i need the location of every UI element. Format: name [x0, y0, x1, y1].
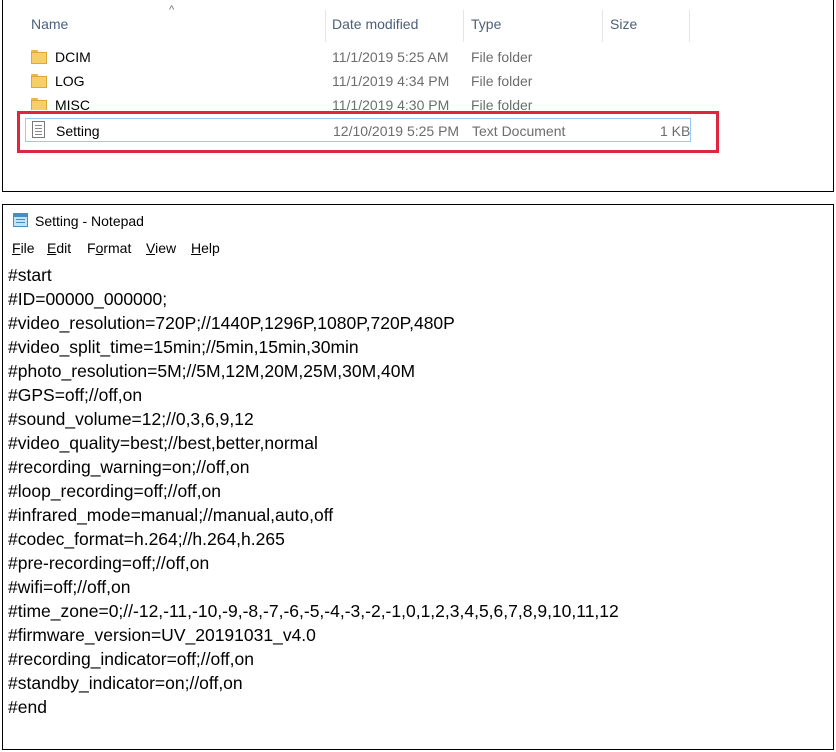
text-line: #time_zone=0;//-12,-11,-10,-9,-8,-7,-6,-… — [8, 601, 619, 621]
menu-help[interactable]: Help — [191, 240, 220, 256]
file-name: DCIM — [55, 49, 91, 65]
notepad-window: Setting - Notepad File Edit Format View … — [2, 204, 834, 750]
column-header-type[interactable]: Type — [471, 16, 501, 32]
text-line: #standby_indicator=on;//off,on — [8, 673, 243, 693]
column-divider[interactable] — [689, 10, 690, 42]
text-line: #pre-recording=off;//off,on — [8, 553, 210, 573]
menu-edit[interactable]: Edit — [47, 240, 71, 256]
file-row-misc[interactable]: MISC 11/1/2019 4:30 PM File folder — [27, 94, 691, 110]
column-headers: ^ Name Date modified Type Size — [3, 0, 833, 48]
text-line: #ID=00000_000000; — [8, 289, 168, 309]
text-line: #photo_resolution=5M;//5M,12M,20M,25M,30… — [8, 361, 416, 381]
file-name: LOG — [55, 73, 85, 89]
column-divider[interactable] — [602, 10, 603, 42]
menu-bar: File Edit Format View Help — [3, 240, 833, 260]
column-header-name[interactable]: Name — [31, 16, 68, 32]
menu-view[interactable]: View — [146, 240, 176, 256]
text-line: #recording_indicator=off;//off,on — [8, 649, 254, 669]
column-divider[interactable] — [463, 10, 464, 42]
column-divider[interactable] — [325, 10, 326, 42]
text-line: #video_quality=best;//best,better,normal — [8, 433, 318, 453]
file-row-log[interactable]: LOG 11/1/2019 4:34 PM File folder — [27, 70, 691, 92]
file-type: File folder — [471, 73, 533, 89]
file-date-modified: 11/1/2019 4:34 PM — [332, 73, 450, 89]
column-header-size[interactable]: Size — [610, 16, 637, 32]
file-date-modified: 11/1/2019 4:30 PM — [332, 97, 450, 110]
file-type: File folder — [471, 97, 533, 110]
text-line: #GPS=off;//off,on — [8, 385, 143, 405]
text-line: #video_resolution=720P;//1440P,1296P,108… — [8, 313, 455, 333]
text-line: #loop_recording=off;//off,on — [8, 481, 221, 501]
file-date-modified: 11/1/2019 5:25 AM — [332, 49, 449, 65]
text-line: #start — [8, 265, 52, 285]
folder-icon — [31, 50, 47, 64]
text-line: #infrared_mode=manual;//manual,auto,off — [8, 505, 334, 525]
menu-file[interactable]: File — [12, 240, 35, 256]
notepad-icon — [13, 213, 28, 227]
menu-format[interactable]: Format — [87, 240, 131, 256]
text-line: #recording_warning=on;//off,on — [8, 457, 250, 477]
notepad-titlebar[interactable]: Setting - Notepad — [3, 205, 833, 235]
text-editor-area[interactable]: #start #ID=00000_000000; #video_resoluti… — [8, 263, 828, 719]
text-line: #firmware_version=UV_20191031_v4.0 — [8, 625, 316, 645]
folder-icon — [31, 74, 47, 88]
text-line: #end — [8, 697, 47, 717]
file-type: File folder — [471, 49, 533, 65]
folder-icon — [31, 98, 47, 110]
column-header-date-modified[interactable]: Date modified — [332, 16, 418, 32]
text-line: #video_split_time=15min;//5min,15min,30m… — [8, 337, 359, 357]
file-name: MISC — [55, 97, 90, 110]
text-line: #codec_format=h.264;//h.264,h.265 — [8, 529, 285, 549]
highlight-annotation-box — [17, 111, 719, 153]
text-line: #sound_volume=12;//0,3,6,9,12 — [8, 409, 254, 429]
sort-ascending-icon: ^ — [169, 4, 175, 16]
file-explorer-list: ^ Name Date modified Type Size DCIM 11/1… — [2, 0, 834, 192]
window-title: Setting - Notepad — [35, 213, 144, 229]
file-row-dcim[interactable]: DCIM 11/1/2019 5:25 AM File folder — [27, 46, 691, 68]
text-line: #wifi=off;//off,on — [8, 577, 131, 597]
